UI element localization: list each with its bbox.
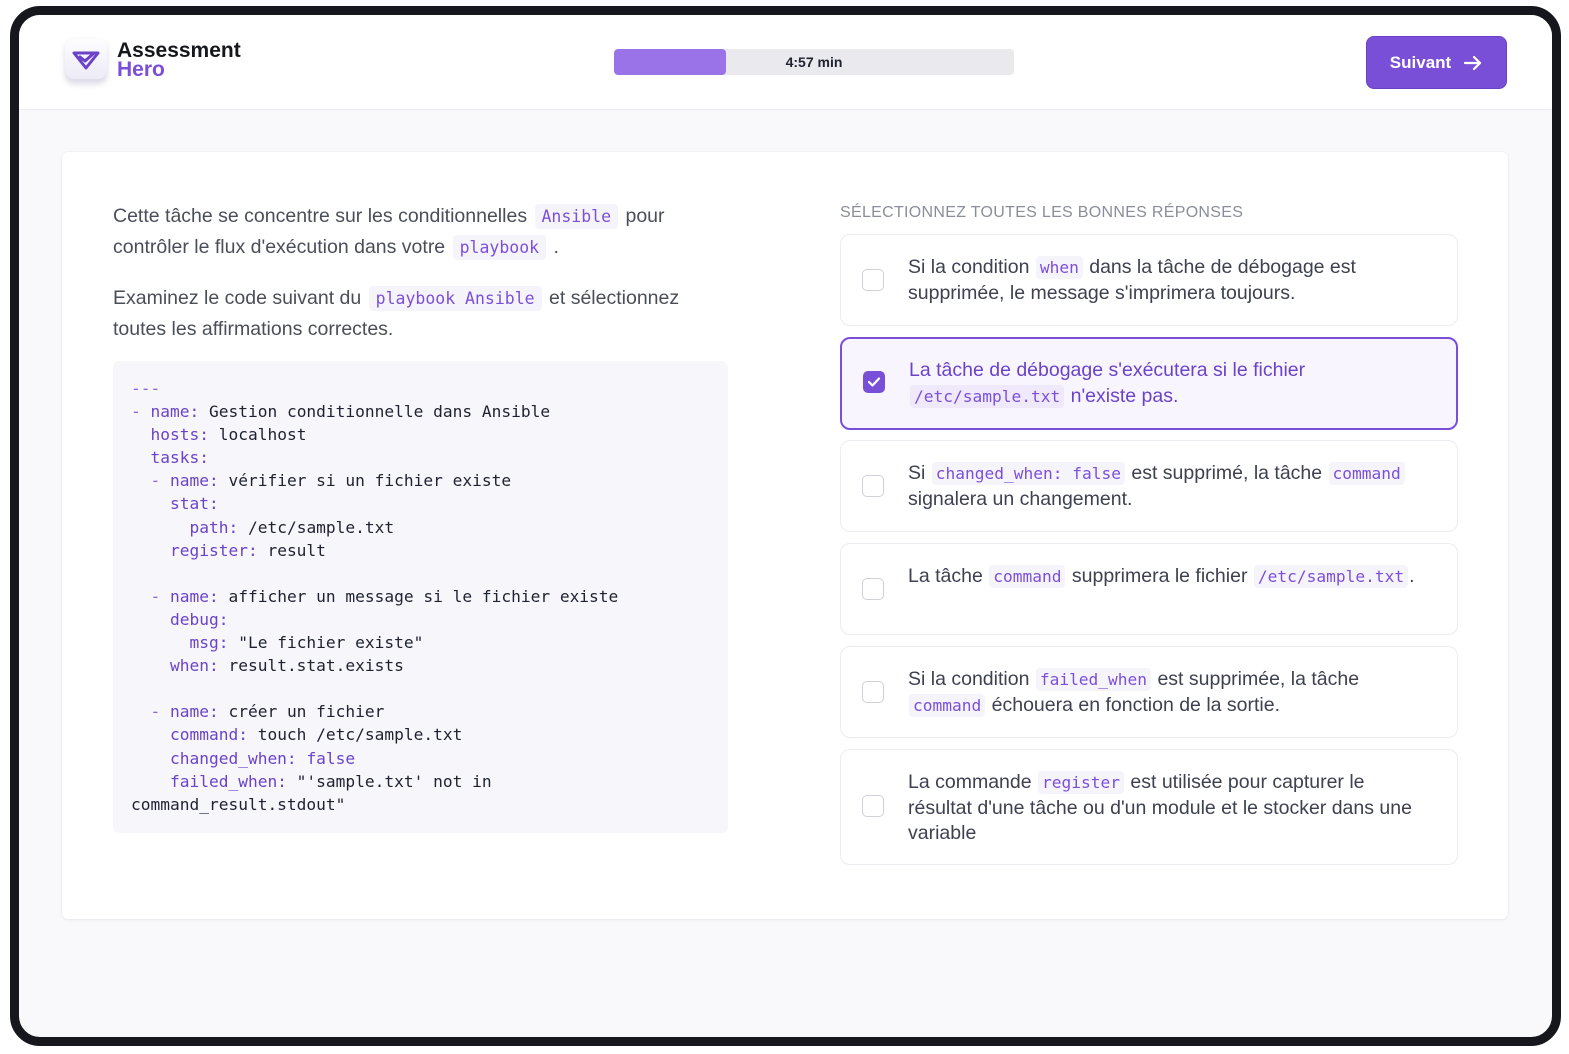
answer-text: La tâche command supprimera le fichier /…	[908, 565, 1415, 588]
code-line: failed_when: "'sample.txt' not in	[169, 771, 492, 791]
inline-code: Ansible	[534, 204, 619, 229]
answer-option-3[interactable]: Si changed_when: false est supprimé, la …	[840, 440, 1458, 532]
code-line: hosts: localhost	[150, 425, 307, 445]
code-line: changed_when: false	[169, 748, 356, 768]
code-line: command: touch /etc/sample.txt	[169, 725, 463, 745]
check-icon	[867, 377, 881, 387]
code-line: path: /etc/sample.txt	[189, 517, 395, 537]
next-button-label: Suivant	[1389, 52, 1452, 72]
code-block: --- - name: Gestion conditionnelle dans A…	[113, 361, 728, 833]
inline-code: register	[1038, 771, 1124, 794]
answers-panel: Sélectionnez toutes les bonnes réponses …	[840, 200, 1458, 865]
inline-code: failed_when	[1035, 668, 1152, 691]
next-button[interactable]: Suivant	[1366, 36, 1507, 89]
answer-text: Si la condition when dans la tâche de dé…	[908, 256, 1356, 304]
code-line: when: result.stat.exists	[169, 656, 404, 676]
answer-checkbox[interactable]	[862, 795, 884, 817]
answer-text: Si la condition failed_when est supprimé…	[908, 668, 1360, 717]
answer-option-5[interactable]: Si la condition failed_when est supprimé…	[840, 646, 1458, 738]
inline-code: command	[1328, 462, 1405, 485]
question-card: Cette tâche se concentre sur les conditi…	[62, 152, 1508, 919]
logo-subtitle: Hero	[117, 58, 165, 81]
answer-option-1[interactable]: Si la condition when dans la tâche de dé…	[840, 234, 1458, 326]
code-line: msg: "Le fichier existe"	[189, 633, 424, 653]
inline-code: when	[1035, 256, 1083, 279]
answer-text: La tâche de débogage s'exécutera si le f…	[909, 359, 1306, 408]
inline-code: playbook	[452, 235, 547, 260]
question-paragraph-2: Examinez le code suivant du playbook Ans…	[113, 286, 680, 340]
answer-checkbox[interactable]	[862, 578, 884, 600]
question-prompt: Cette tâche se concentre sur les conditi…	[113, 201, 733, 364]
inline-code: changed_when: false	[931, 462, 1125, 485]
logo: Assessment Hero	[65, 39, 241, 81]
inline-code: /etc/sample.txt	[910, 384, 1065, 408]
inline-code: /etc/sample.txt	[1253, 565, 1409, 588]
code-line: stat:	[169, 494, 219, 514]
answer-checkbox[interactable]	[862, 681, 884, 703]
code-line: command_result.stdout"	[131, 794, 346, 814]
logo-check-icon	[65, 39, 107, 81]
answer-text: La commande register est utilisée pour c…	[908, 771, 1412, 844]
answers-instruction: Sélectionnez toutes les bonnes réponses	[840, 204, 1244, 221]
code-line: - name: Gestion conditionnelle dans Ansi…	[131, 402, 551, 422]
app-window: Assessment Hero 4:57 min Suivant Cette t…	[10, 6, 1561, 1046]
answer-checkbox[interactable]	[862, 269, 884, 291]
inline-code: playbook Ansible	[368, 286, 542, 311]
code-line: tasks:	[150, 448, 209, 468]
code-line: - name: créer un fichier	[131, 702, 385, 722]
answer-option-2[interactable]: La tâche de débogage s'exécutera si le f…	[840, 337, 1458, 430]
timer-label: 4:57 min	[785, 54, 843, 70]
timer-progress: 4:57 min	[614, 49, 1014, 75]
answer-checkbox[interactable]	[862, 475, 884, 497]
answer-text: Si changed_when: false est supprimé, la …	[908, 461, 1427, 512]
code-line: ---	[131, 379, 161, 398]
inline-code: command	[909, 693, 986, 717]
code-line: register: result	[169, 540, 326, 560]
code-line: debug:	[169, 609, 229, 629]
code-line: - name: vérifier si un fichier existe	[131, 471, 512, 491]
code-line: - name: afficher un message si le fichie…	[131, 586, 619, 606]
question-paragraph-1: Cette tâche se concentre sur les conditi…	[113, 204, 665, 260]
answer-checkbox[interactable]	[863, 371, 885, 393]
top-bar: Assessment Hero 4:57 min Suivant	[19, 15, 1552, 110]
arrow-right-icon	[1464, 55, 1482, 70]
inline-code: command	[989, 565, 1066, 588]
answer-option-4[interactable]: La tâche command supprimera le fichier /…	[840, 543, 1458, 635]
answer-option-6[interactable]: La commande register est utilisée pour c…	[840, 749, 1458, 865]
